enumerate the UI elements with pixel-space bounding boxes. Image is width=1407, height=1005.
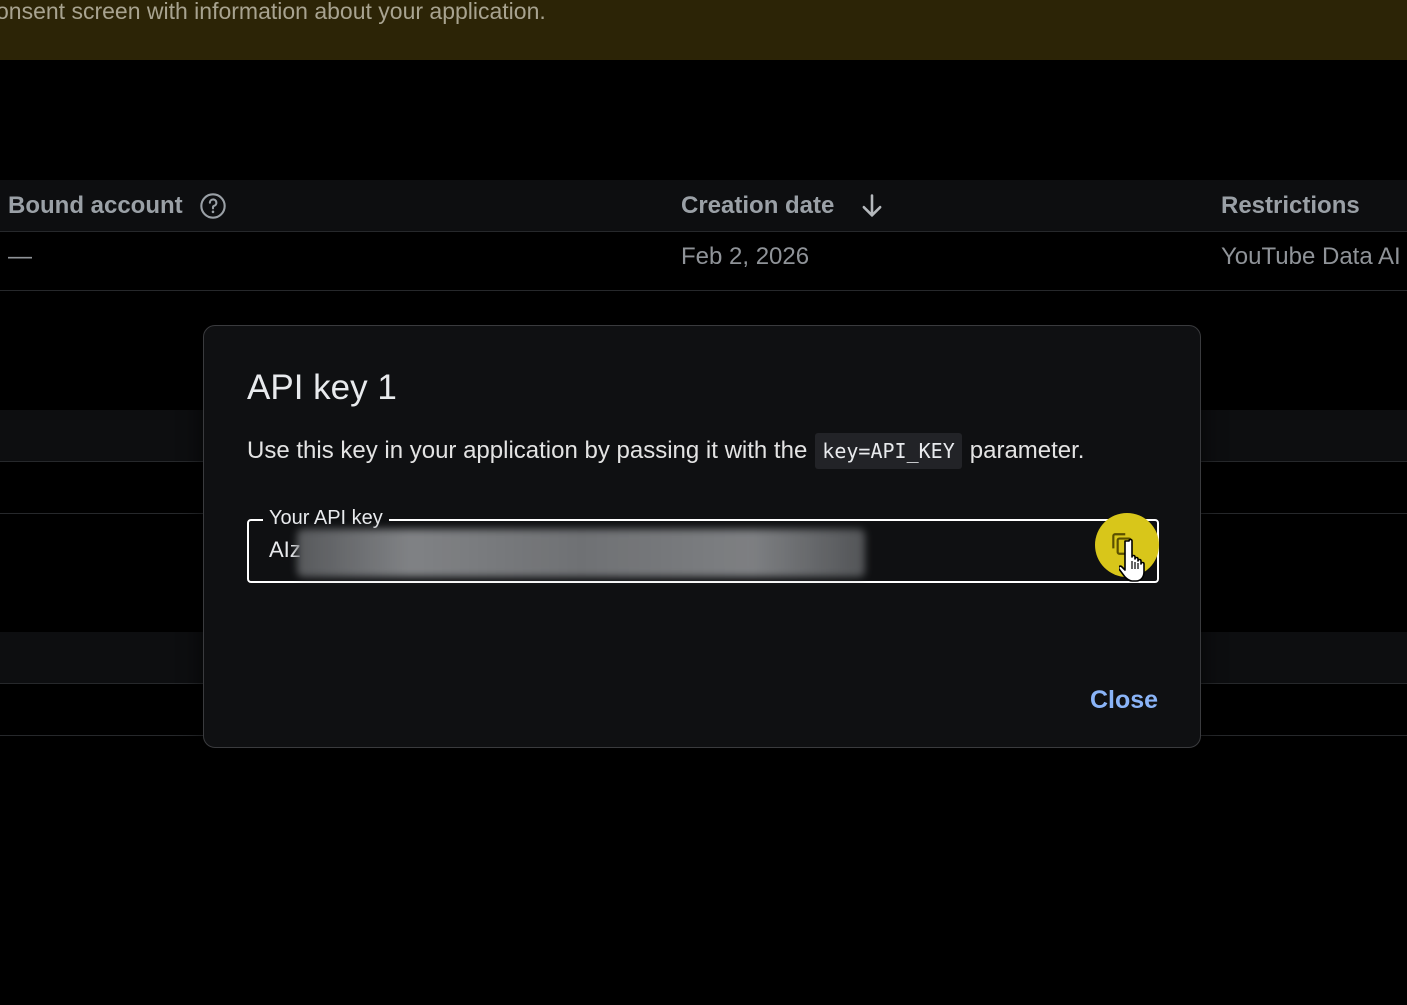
banner-text: onsent screen with information about you… [0, 0, 546, 24]
table-row: — Feb 2, 2026 YouTube Data AI [0, 232, 1407, 291]
page: onsent screen with information about you… [0, 0, 1407, 1005]
column-header-bound-account: Bound account [8, 192, 183, 219]
api-key-dialog: API key 1 Use this key in your applicati… [203, 325, 1201, 748]
table-header: Bound account Creation date Restrictions [0, 180, 1407, 232]
description-text-end: parameter. [969, 437, 1085, 464]
cell-bound-account: — [8, 243, 32, 270]
sort-arrow-down-icon[interactable] [858, 192, 886, 220]
cell-creation-date: Feb 2, 2026 [681, 243, 810, 270]
description-text: Use this key in your application by pass… [247, 437, 808, 464]
api-key-field[interactable]: Your API key AIz [247, 506, 1159, 583]
close-button[interactable]: Close [1090, 686, 1158, 715]
redacted-key-blur [297, 529, 865, 577]
help-icon[interactable] [199, 192, 227, 220]
hand-pointer-cursor [1119, 538, 1145, 582]
warning-banner: onsent screen with information about you… [0, 0, 1407, 60]
dialog-title: API key 1 [247, 368, 397, 407]
column-header-creation-date[interactable]: Creation date [681, 180, 834, 231]
cell-restrictions: YouTube Data AI [1221, 243, 1401, 270]
copy-button[interactable] [1095, 513, 1159, 582]
api-key-field-label: Your API key [263, 506, 389, 530]
column-header-restrictions: Restrictions [1221, 192, 1360, 219]
code-snippet: key=API_KEY [815, 433, 962, 469]
dialog-description: Use this key in your application by pass… [247, 433, 1084, 469]
